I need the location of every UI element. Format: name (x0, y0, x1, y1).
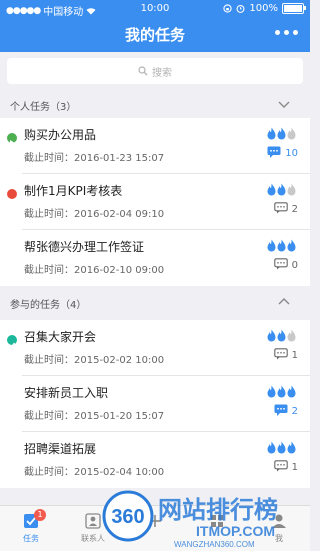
task-title: 安排新员工入职 (24, 386, 109, 400)
task-overdue-icon (7, 189, 17, 199)
task-title: 招聘渠道拓展 (24, 442, 97, 456)
task-done-icon (7, 335, 17, 349)
comment-icon (274, 404, 288, 419)
task-row[interactable]: 购买办公用品 截止时间：2016-01-23 15:07 10 (0, 118, 310, 174)
more-dot-icon (293, 30, 298, 35)
comment-icon (273, 348, 288, 363)
priority-flames (267, 127, 296, 140)
flame-icon (267, 183, 276, 196)
priority-flames (267, 183, 296, 196)
flame-icon (267, 329, 276, 342)
task-deadline: 截止时间：2015-02-02 10:00 (24, 355, 165, 366)
watermark-number: 360 (111, 506, 144, 528)
flame-icon (267, 127, 276, 140)
task-row[interactable]: 安排新员工入职 截止时间：2015-01-20 15:07 2 (0, 376, 310, 432)
tab-tasks[interactable]: 1 任务 (0, 506, 62, 551)
page-title: 我的任务 (124, 26, 185, 44)
priority-flames (267, 441, 296, 454)
task-deadline: 截止时间：2016-01-23 15:07 (24, 153, 165, 164)
flame-icon (267, 441, 276, 454)
battery-percent: 100% (249, 3, 278, 14)
flame-icon (287, 329, 296, 342)
tab-badge: 1 (34, 509, 46, 521)
comments-button[interactable]: 10 (267, 146, 298, 161)
comment-icon (267, 146, 281, 161)
task-deadline: 截止时间：2016-02-10 09:00 (24, 265, 165, 276)
watermark-sub: WANGZHAN360.COM (174, 540, 255, 549)
search-area: 搜索 (0, 52, 310, 90)
search-icon (138, 66, 148, 76)
comments-button[interactable]: 1 (273, 348, 298, 363)
search-input[interactable]: 搜索 (7, 58, 303, 84)
task-row[interactable]: 召集大家开会 截止时间：2015-02-02 10:00 1 (0, 320, 310, 376)
task-title: 召集大家开会 (24, 330, 97, 344)
flame-icon (267, 239, 276, 252)
section-label: 参与的任务（4） (10, 300, 87, 311)
top-bar: ●●●●● 中国移动 10:00 100% 我的任务 (0, 0, 310, 52)
comment-count: 1 (291, 350, 298, 361)
comment-count: 2 (291, 406, 298, 417)
comment-icon (273, 202, 288, 217)
task-row[interactable]: 制作1月KPI考核表 截止时间：2016-02-04 09:10 2 (0, 174, 310, 230)
flame-icon (287, 239, 296, 252)
comment-count: 10 (285, 148, 298, 159)
flame-icon (277, 441, 286, 454)
flame-icon (287, 183, 296, 196)
site-watermark: 360 网站排行榜 ITMOP.COM WANGZHAN360.COM (102, 490, 278, 549)
comments-button[interactable]: 1 (273, 460, 298, 475)
flame-icon (267, 385, 276, 398)
priority-flames (267, 385, 296, 398)
priority-flames (267, 329, 296, 342)
task-deadline: 截止时间：2015-02-04 10:00 (24, 467, 165, 478)
more-dot-icon (284, 30, 289, 35)
flame-icon (287, 441, 296, 454)
tab-label: 任务 (23, 534, 39, 543)
watermark-url: ITMOP.COM (196, 523, 275, 539)
task-started-icon (7, 133, 17, 146)
task-deadline: 截止时间：2016-02-04 09:10 (24, 209, 165, 220)
battery-icon (282, 3, 306, 14)
flame-icon (277, 385, 286, 398)
task-title: 购买办公用品 (24, 128, 97, 142)
comment-count: 1 (291, 462, 298, 473)
flame-icon (287, 385, 296, 398)
comment-icon (273, 258, 288, 273)
comment-count: 0 (291, 260, 298, 271)
task-title: 制作1月KPI考核表 (24, 184, 123, 198)
comment-icon (273, 460, 288, 475)
more-dot-icon (275, 30, 280, 35)
chevron-down-icon (278, 101, 290, 108)
task-row[interactable]: 帮张德兴办理工作签证 截止时间：2016-02-10 09:00 0 (0, 230, 310, 286)
task-deadline: 截止时间：2015-01-20 15:07 (24, 411, 165, 422)
more-button[interactable] (275, 30, 298, 35)
alarm-icon (236, 4, 245, 13)
comment-count: 2 (291, 204, 298, 215)
section-header-personal[interactable]: 个人任务（3） (0, 90, 310, 118)
chevron-up-icon (278, 298, 290, 305)
lock-rotation-icon (223, 4, 233, 13)
section-label: 个人任务（3） (10, 102, 77, 113)
watermark-text: 网站排行榜 (158, 496, 278, 524)
task-row[interactable]: 招聘渠道拓展 截止时间：2015-02-04 10:00 1 (0, 432, 310, 488)
status-bar: ●●●●● 中国移动 10:00 100% (0, 0, 310, 18)
section-header-participating[interactable]: 参与的任务（4） (0, 288, 310, 316)
task-title: 帮张德兴办理工作签证 (24, 240, 145, 254)
comments-button[interactable]: 2 (274, 404, 298, 419)
flame-icon (277, 183, 286, 196)
priority-flames (267, 239, 296, 252)
flame-icon (277, 127, 286, 140)
flame-icon (277, 239, 286, 252)
comments-button[interactable]: 0 (273, 258, 298, 273)
search-placeholder: 搜索 (152, 67, 172, 79)
comments-button[interactable]: 2 (273, 202, 298, 217)
flame-icon (277, 329, 286, 342)
flame-icon (287, 127, 296, 140)
